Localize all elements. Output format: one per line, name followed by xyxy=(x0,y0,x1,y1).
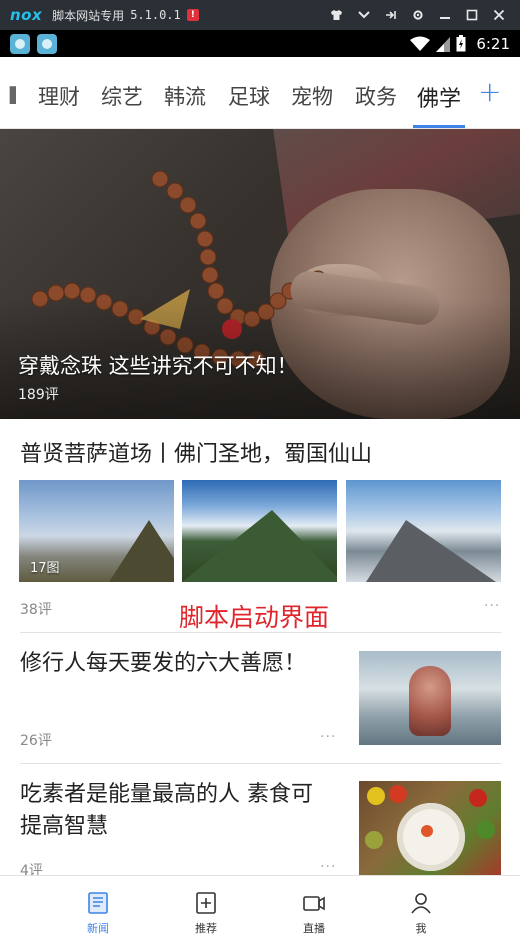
article-thumbnail[interactable] xyxy=(359,781,501,875)
thumbnail-fruit xyxy=(365,831,383,849)
gallery-thumbnail[interactable] xyxy=(346,480,501,582)
news-icon xyxy=(88,892,108,914)
clock: 6:21 xyxy=(476,34,510,53)
thumbnail-mountain xyxy=(109,520,174,582)
add-square-icon xyxy=(196,892,216,914)
nav-label: 我 xyxy=(415,922,427,935)
thumbnail-fruit xyxy=(421,825,433,837)
article-title[interactable]: 修行人每天要发的六大善愿！ xyxy=(20,648,330,680)
thumbnail-plate xyxy=(397,803,465,871)
app-notification-icon xyxy=(10,33,30,54)
pin-icon[interactable] xyxy=(377,0,404,30)
shirt-icon[interactable] xyxy=(323,0,350,30)
thumbnail-fruit xyxy=(477,821,495,839)
tab-finance[interactable]: 理财 xyxy=(38,81,80,111)
window-controls xyxy=(323,0,512,30)
tab-pets[interactable]: 宠物 xyxy=(291,81,333,111)
add-channel-button[interactable]: + xyxy=(478,75,501,108)
wifi-icon xyxy=(410,36,431,51)
article-comment-count: 26评 xyxy=(20,733,52,749)
gallery-title[interactable]: 普贤菩萨道场丨佛门圣地，蜀国仙山 xyxy=(20,436,372,468)
window-title: 脚本网站专用 xyxy=(52,8,125,23)
nav-recommend[interactable]: 推荐 xyxy=(176,890,236,936)
script-launch-label: 脚本启动界面 xyxy=(179,603,330,632)
nav-label: 推荐 xyxy=(195,922,217,935)
maximize-icon[interactable] xyxy=(458,0,485,30)
thumbnail-fruit xyxy=(469,789,487,807)
tab-government[interactable]: 政务 xyxy=(355,81,397,111)
more-options-icon[interactable]: ··· xyxy=(484,598,500,614)
hero-comment-count: 189评 xyxy=(18,387,59,403)
more-options-icon[interactable]: ··· xyxy=(320,729,336,745)
divider xyxy=(20,763,501,764)
profile-icon xyxy=(411,893,431,914)
app-notification-icon xyxy=(37,33,57,54)
tab-buddhism[interactable]: 佛学 xyxy=(417,81,461,113)
active-tab-indicator xyxy=(413,125,465,128)
tab-variety[interactable]: 综艺 xyxy=(101,81,143,111)
chevron-down-icon[interactable] xyxy=(350,0,377,30)
nav-label: 新闻 xyxy=(87,922,109,935)
hero-title[interactable]: 穿戴念珠 这些讲究不可不知！ xyxy=(18,350,298,380)
photo-count: 17图 xyxy=(30,561,60,576)
thumbnail-fruit xyxy=(389,785,407,803)
gallery-thumbnail[interactable] xyxy=(182,480,337,582)
signal-icon xyxy=(436,36,451,52)
tab-partial[interactable]: ▐ xyxy=(2,86,16,104)
tab-football[interactable]: 足球 xyxy=(228,81,270,111)
thumbnail-mountain xyxy=(182,510,337,582)
more-options-icon[interactable]: ··· xyxy=(320,859,336,875)
gear-icon[interactable] xyxy=(404,0,431,30)
emulator-title-bar: nox 脚本网站专用 5.1.0.1 ! xyxy=(0,0,520,30)
bottom-navigation: 新闻 推荐 直播 我 xyxy=(0,875,520,951)
nav-news[interactable]: 新闻 xyxy=(68,890,128,936)
nox-logo: nox xyxy=(10,6,43,24)
android-status-bar: 6:21 xyxy=(0,30,520,57)
gallery-comment-count: 38评 xyxy=(20,602,52,618)
nav-me[interactable]: 我 xyxy=(391,890,451,936)
thumbnail-mountain xyxy=(366,520,496,582)
video-icon xyxy=(303,896,325,911)
nav-label: 直播 xyxy=(303,922,325,935)
alert-badge[interactable]: ! xyxy=(186,9,199,21)
status-indicators: 6:21 xyxy=(410,30,510,57)
thumbnail-figure xyxy=(409,666,451,736)
category-tabs: ▐ 理财 综艺 韩流 足球 宠物 政务 佛学 + xyxy=(0,57,520,129)
close-icon[interactable] xyxy=(485,0,512,30)
minimize-icon[interactable] xyxy=(431,0,458,30)
version-label: 5.1.0.1 xyxy=(130,8,181,22)
article-title[interactable]: 吃素者是能量最高的人 素食可提高智慧 xyxy=(20,779,330,843)
article-thumbnail[interactable] xyxy=(359,651,501,745)
nav-live[interactable]: 直播 xyxy=(284,890,344,936)
tab-korean-wave[interactable]: 韩流 xyxy=(164,81,206,111)
thumbnail-fruit xyxy=(367,787,385,805)
battery-icon xyxy=(456,35,466,52)
